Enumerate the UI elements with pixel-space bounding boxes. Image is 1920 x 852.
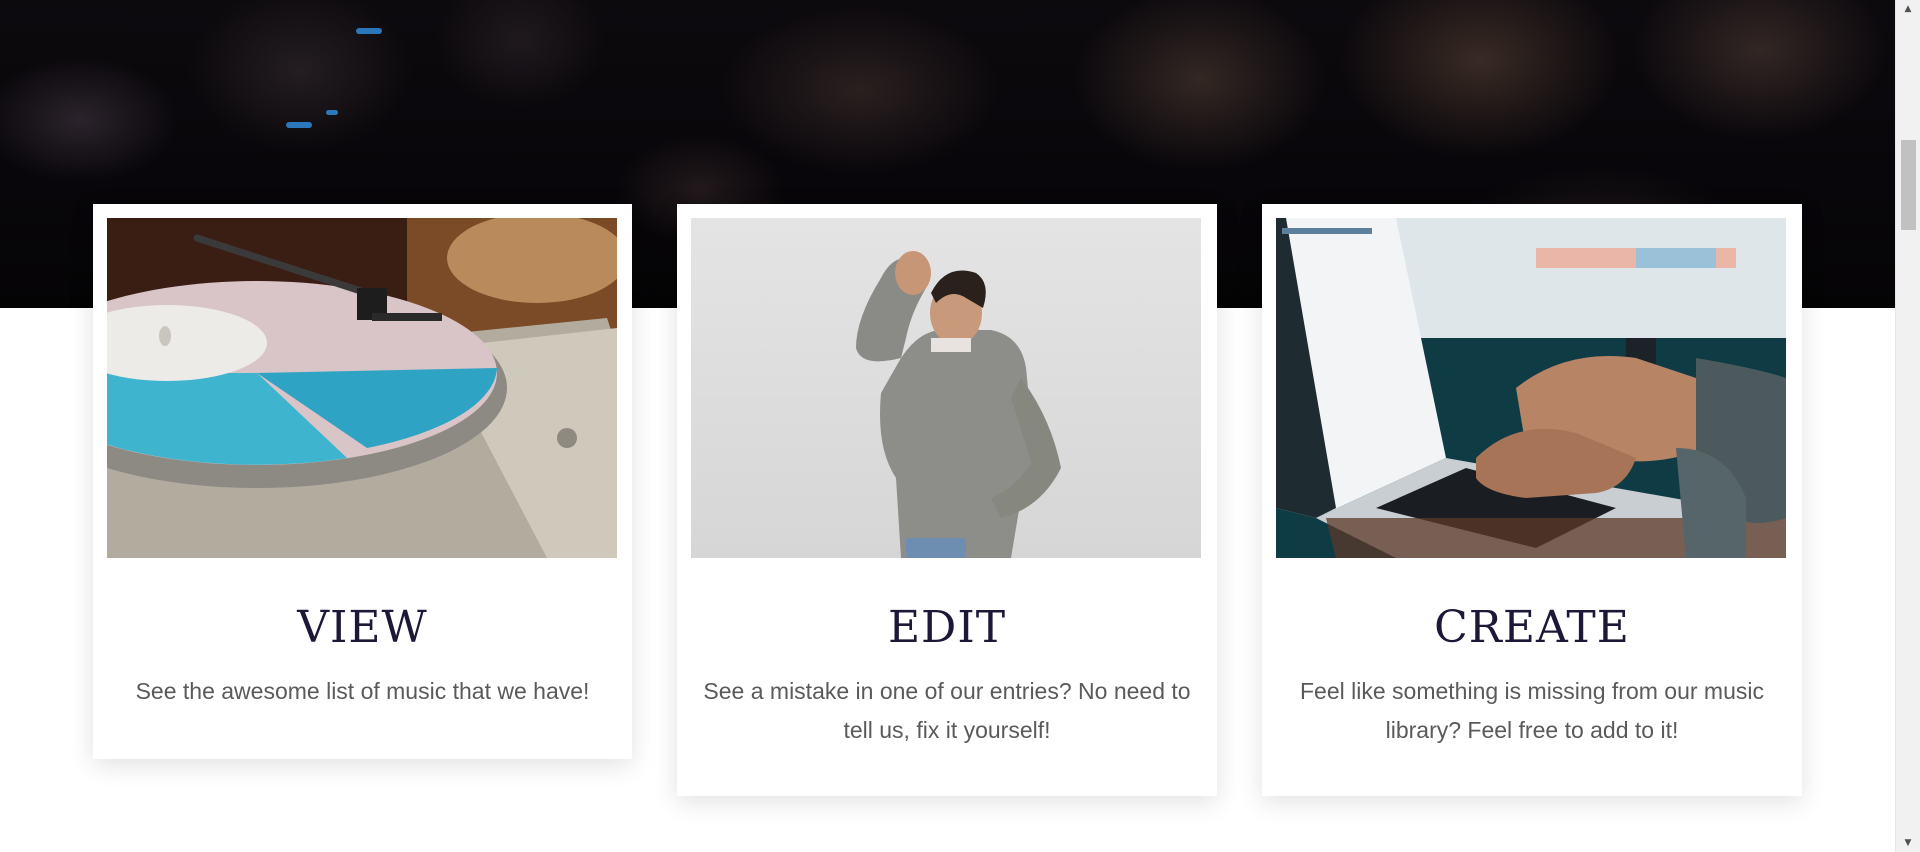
stage-light xyxy=(286,122,312,128)
card-view[interactable]: VIEW See the awesome list of music that … xyxy=(93,204,632,759)
page: VIEW See the awesome list of music that … xyxy=(0,0,1920,852)
card-description: See the awesome list of music that we ha… xyxy=(135,678,590,704)
arrow-down-icon[interactable]: ▼ xyxy=(1896,834,1920,852)
turntable-vinyl-image xyxy=(107,218,617,558)
card-edit[interactable]: EDIT See a mistake in one of our entries… xyxy=(677,204,1217,796)
card-title: VIEW xyxy=(297,602,428,653)
vertical-scrollbar[interactable]: ▲ ▼ xyxy=(1895,0,1920,852)
arrow-up-icon[interactable]: ▲ xyxy=(1896,0,1920,18)
stage-light xyxy=(356,28,382,34)
stage-light xyxy=(326,110,338,115)
man-facepalm-image xyxy=(691,218,1201,558)
card-title: EDIT xyxy=(887,602,1007,653)
card-description: Feel like something is missing from our … xyxy=(1300,678,1764,743)
card-create[interactable]: CREATE Feel like something is missing fr… xyxy=(1262,204,1802,796)
hands-typing-laptop-image xyxy=(1276,218,1786,558)
scrollbar-thumb[interactable] xyxy=(1901,140,1916,230)
card-description: See a mistake in one of our entries? No … xyxy=(703,678,1191,743)
card-title: CREATE xyxy=(1434,602,1630,653)
